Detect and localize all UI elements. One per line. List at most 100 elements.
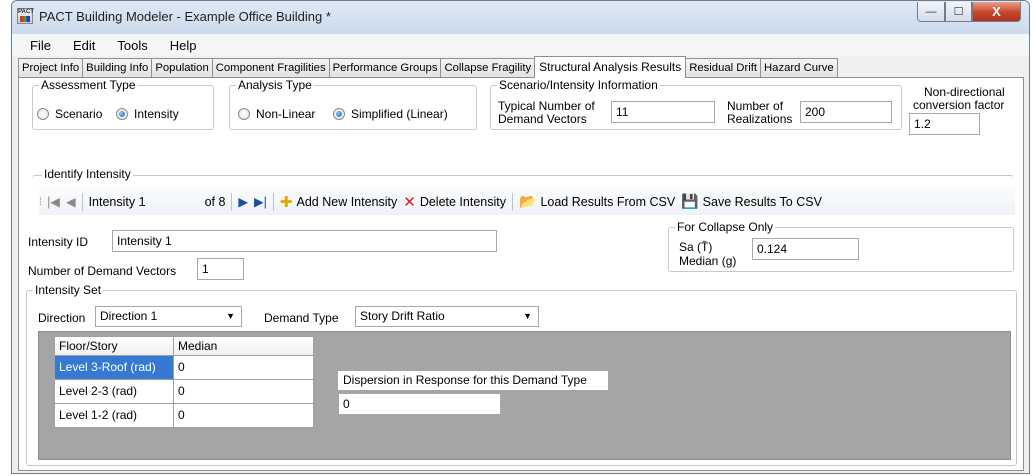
menu-help[interactable]: Help: [170, 38, 197, 53]
identify-intensity-group: Identify Intensity: [32, 167, 1014, 187]
delete-intensity-button[interactable]: ✕ Delete Intensity: [403, 193, 506, 211]
tab-strip: Project Info Building Info Population Co…: [18, 56, 1029, 78]
move-last-icon: ▶|: [254, 195, 267, 209]
close-button[interactable]: X: [972, 2, 1021, 22]
maximize-button[interactable]: ☐: [945, 2, 972, 22]
menu-tools[interactable]: Tools: [117, 38, 147, 53]
move-first-icon: |◀: [47, 195, 60, 209]
demand-vectors-label: Number of Demand Vectors: [28, 264, 177, 278]
intensity-id-input[interactable]: Intensity 1: [112, 230, 497, 252]
simplified-radio-icon[interactable]: [333, 108, 345, 120]
analysis-type-group: Analysis Type Non-Linear Simplified (Lin…: [229, 78, 477, 130]
move-previous-button[interactable]: ◀: [66, 194, 76, 209]
nondirectional-factor-input[interactable]: 1.2: [909, 113, 980, 135]
tab-panel: Assessment Type Scenario Intensity Analy…: [18, 77, 1024, 471]
delete-x-icon: ✕: [403, 193, 416, 211]
intensity-position-input[interactable]: Intensity 1: [89, 195, 199, 209]
collapse-only-group: For Collapse Only Sa (T̄) Median (g) 0.1…: [668, 220, 1014, 272]
load-results-csv-button[interactable]: 📂 Load Results From CSV: [519, 193, 675, 210]
intensity-set-title: Intensity Set: [33, 283, 104, 297]
pact-app-icon: PACT: [17, 8, 34, 24]
maximize-icon: ☐: [953, 6, 964, 18]
toolbar-separator: [81, 192, 83, 211]
title-bar[interactable]: PACT PACT Building Modeler - Example Off…: [12, 1, 1029, 34]
demand-type-dropdown[interactable]: Story Drift Ratio ▼: [355, 306, 539, 327]
add-plus-icon: ✚: [279, 193, 293, 211]
demand-vectors-input[interactable]: 1: [197, 258, 244, 280]
radio-intensity[interactable]: Intensity: [116, 107, 179, 121]
direction-value: Direction 1: [100, 309, 158, 323]
move-previous-icon: ◀: [65, 195, 76, 209]
median-g-label: Median (g): [679, 254, 737, 268]
tab-component-fragilities[interactable]: Component Fragilities: [211, 58, 330, 77]
load-results-label: Load Results From CSV: [540, 194, 676, 209]
scenario-info-title: Scenario/Intensity Information: [497, 78, 660, 92]
window-title: PACT Building Modeler - Example Office B…: [39, 9, 331, 24]
sa-label: Sa (T̄): [679, 240, 713, 254]
add-new-intensity-label: Add New Intensity: [296, 194, 398, 209]
typical-demand-vectors-input[interactable]: 11: [611, 101, 715, 123]
table-row: Level 3-Roof (rad) 0: [54, 356, 314, 380]
count-item: of 8: [205, 195, 226, 209]
floor-story-header[interactable]: Floor/Story: [54, 336, 174, 356]
grid-header-row: Floor/Story Median: [54, 336, 314, 356]
minimize-button[interactable]: —: [917, 2, 945, 22]
intensity-navigator-toolbar: ⁞ |◀ ◀ Intensity 1 of 8 ▶ ▶| ✚ Add New I…: [39, 188, 1015, 215]
direction-dropdown[interactable]: Direction 1 ▼: [95, 306, 242, 327]
table-row: Level 1-2 (rad) 0: [54, 404, 314, 428]
floor-cell[interactable]: Level 2-3 (rad): [54, 380, 174, 404]
median-cell[interactable]: 0: [174, 356, 314, 380]
dispersion-input[interactable]: 0: [338, 393, 501, 415]
minimize-icon: —: [925, 5, 937, 18]
table-row: Level 2-3 (rad) 0: [54, 380, 314, 404]
toolbar-separator: [272, 192, 274, 211]
tab-performance-groups[interactable]: Performance Groups: [328, 58, 442, 77]
floor-cell[interactable]: Level 3-Roof (rad): [54, 356, 174, 380]
delete-intensity-label: Delete Intensity: [419, 194, 506, 209]
scenario-label: Scenario: [55, 107, 103, 121]
assessment-type-title: Assessment Type: [39, 78, 138, 92]
chevron-down-icon: ▼: [523, 311, 532, 321]
move-last-button[interactable]: ▶|: [254, 194, 267, 209]
tab-residual-drift[interactable]: Residual Drift: [685, 58, 762, 77]
non-linear-radio-icon[interactable]: [238, 108, 250, 120]
add-new-intensity-button[interactable]: ✚ Add New Intensity: [280, 193, 397, 211]
tab-building-info[interactable]: Building Info: [82, 58, 153, 77]
save-results-csv-button[interactable]: 💾 Save Results To CSV: [681, 193, 822, 210]
app-icon-bars: [20, 16, 30, 22]
chevron-down-icon: ▼: [226, 311, 235, 321]
radio-non-linear[interactable]: Non-Linear: [238, 107, 315, 121]
position-item[interactable]: Intensity 1: [89, 195, 199, 209]
identify-intensity-title: Identify Intensity: [42, 167, 133, 181]
move-first-button[interactable]: |◀: [47, 194, 60, 209]
app-icon-text: PACT: [18, 9, 34, 15]
collapse-median-input[interactable]: 0.124: [752, 238, 859, 260]
floor-cell[interactable]: Level 1-2 (rad): [54, 404, 174, 428]
median-cell[interactable]: 0: [174, 404, 314, 428]
tab-structural-analysis-results[interactable]: Structural Analysis Results: [534, 56, 687, 78]
tab-population[interactable]: Population: [151, 58, 213, 77]
median-cell[interactable]: 0: [174, 380, 314, 404]
intensity-id-label: Intensity ID: [28, 235, 89, 249]
median-header[interactable]: Median: [174, 336, 314, 356]
move-next-button[interactable]: ▶: [238, 194, 248, 209]
save-floppy-icon: 💾: [681, 193, 699, 209]
typical-demand-vectors-label-2: Demand Vectors: [498, 112, 587, 126]
median-grid: Floor/Story Median Level 3-Roof (rad) 0 …: [54, 336, 314, 428]
menu-edit[interactable]: Edit: [73, 38, 95, 53]
intensity-count-label: of 8: [204, 194, 226, 209]
scenario-info-group: Scenario/Intensity Information Typical N…: [490, 78, 902, 130]
demand-type-label: Demand Type: [264, 311, 339, 325]
dispersion-label: Dispersion in Response for this Demand T…: [338, 371, 608, 390]
menu-file[interactable]: File: [30, 38, 51, 53]
close-icon: X: [992, 4, 1001, 19]
tab-project-info[interactable]: Project Info: [18, 58, 84, 77]
tab-collapse-fragility[interactable]: Collapse Fragility: [440, 58, 536, 77]
radio-scenario[interactable]: Scenario: [37, 107, 102, 121]
realizations-input[interactable]: 200: [800, 101, 892, 123]
tab-hazard-curve[interactable]: Hazard Curve: [760, 58, 838, 77]
radio-simplified-linear[interactable]: Simplified (Linear): [333, 107, 448, 121]
toolbar-separator: [231, 192, 233, 211]
intensity-radio-icon[interactable]: [116, 108, 128, 120]
scenario-radio-icon[interactable]: [37, 108, 49, 120]
